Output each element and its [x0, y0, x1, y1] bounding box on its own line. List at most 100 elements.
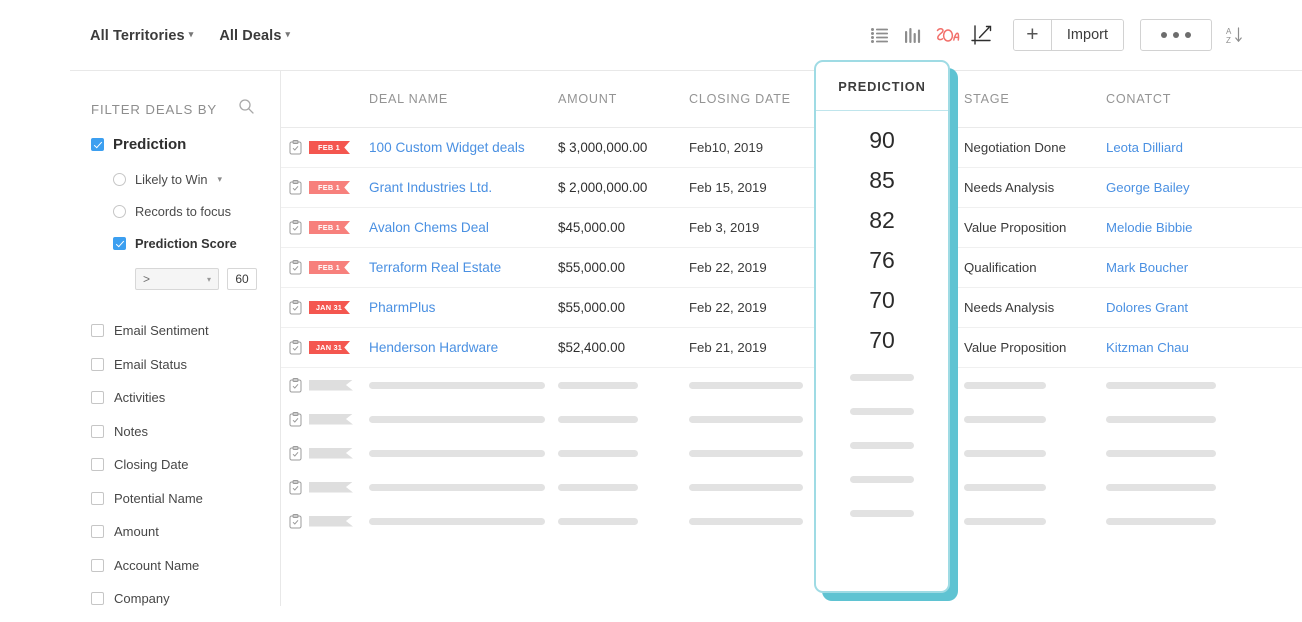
score-operator-select[interactable]: > ▾ — [135, 268, 219, 290]
crm-deals-page: All Territories ▾ All Deals ▾ + Import A… — [0, 0, 1302, 622]
sidebar-item-prediction[interactable]: Prediction — [91, 136, 280, 153]
sidebar-item-activities[interactable]: Activities — [91, 381, 280, 415]
placeholder-tag-cell — [289, 411, 369, 427]
table-row[interactable]: FEB 1 Avalon Chems Deal $45,000.00 Feb 3, 2… — [281, 208, 1302, 248]
sidebar-item-likely-to-win[interactable]: Likely to Win ▾ — [113, 172, 280, 187]
account-name-checkbox[interactable] — [91, 558, 104, 572]
email-sentiment-label: Email Sentiment — [114, 323, 209, 339]
deal-closing-date: Feb 22, 2019 — [689, 260, 767, 275]
email-sentiment-checkbox[interactable] — [91, 324, 104, 338]
placeholder-deal-name — [369, 483, 558, 491]
more-options-button[interactable] — [1140, 19, 1212, 51]
chart-view-icon[interactable] — [965, 19, 999, 51]
placeholder-prediction — [850, 441, 914, 449]
prediction-checkbox[interactable] — [91, 138, 104, 151]
deal-closing-date: Feb10, 2019 — [689, 140, 764, 155]
sidebar-item-records-to-focus[interactable]: Records to focus — [113, 204, 280, 219]
deal-name-link[interactable]: Henderson Hardware — [369, 340, 558, 355]
placeholder-deal-name — [369, 415, 558, 423]
column-header-deal-name[interactable]: DEAL NAME — [369, 92, 558, 106]
notes-label: Notes — [114, 423, 148, 439]
dot-icon — [1161, 32, 1167, 38]
placeholder-closing-date — [689, 517, 814, 525]
placeholder-closing-date — [689, 483, 814, 491]
notes-checkbox[interactable] — [91, 424, 104, 438]
table-body: FEB 1 100 Custom Widget deals $ 3,000,000.… — [281, 128, 1302, 538]
add-deal-button[interactable]: + — [1013, 20, 1052, 50]
prediction-score-checkbox[interactable] — [113, 237, 126, 250]
placeholder-tag-cell — [289, 479, 369, 495]
deal-name-link[interactable]: Grant Industries Ltd. — [369, 180, 558, 195]
column-header-stage[interactable]: STAGE — [964, 92, 1106, 106]
potential-name-checkbox[interactable] — [91, 491, 104, 505]
placeholder-badge — [309, 515, 353, 527]
deal-name-link[interactable]: PharmPlus — [369, 300, 558, 315]
company-label: Company — [114, 591, 170, 607]
placeholder-badge — [309, 447, 353, 459]
company-checkbox[interactable] — [91, 592, 104, 606]
sidebar-item-account-name[interactable]: Account Name — [91, 549, 280, 583]
clipboard-icon — [289, 300, 302, 315]
column-header-contact[interactable]: CONATCT — [1106, 92, 1256, 106]
deal-contact-link[interactable]: Kitzman Chau — [1106, 340, 1256, 355]
sidebar-item-notes[interactable]: Notes — [91, 415, 280, 449]
table-row-placeholder — [281, 402, 1302, 436]
search-icon[interactable] — [239, 99, 254, 119]
kanban-view-icon[interactable] — [897, 19, 931, 51]
column-header-amount[interactable]: AMOUNT — [558, 92, 689, 106]
score-value-input[interactable]: 60 — [227, 268, 257, 290]
clipboard-icon — [289, 180, 302, 195]
sidebar-item-email-status[interactable]: Email Status — [91, 348, 280, 382]
table-row[interactable]: JAN 31 Henderson Hardware $52,400.00 Feb 21… — [281, 328, 1302, 368]
table-row[interactable]: FEB 1 100 Custom Widget deals $ 3,000,000.… — [281, 128, 1302, 168]
prediction-row-placeholder — [816, 394, 948, 428]
placeholder-contact — [1106, 415, 1256, 423]
clipboard-icon — [289, 479, 302, 495]
deal-name-link[interactable]: 100 Custom Widget deals — [369, 140, 558, 155]
deal-stage: Qualification — [964, 260, 1037, 275]
deal-contact-link[interactable]: Mark Boucher — [1106, 260, 1256, 275]
row-tag-cell: FEB 1 — [289, 180, 369, 195]
table-row[interactable]: FEB 1 Terraform Real Estate $55,000.00 Feb … — [281, 248, 1302, 288]
deal-amount: $55,000.00 — [558, 300, 626, 315]
records-to-focus-radio[interactable] — [113, 205, 126, 218]
deal-contact-link[interactable]: Melodie Bibbie — [1106, 220, 1256, 235]
sidebar-item-amount[interactable]: Amount — [91, 515, 280, 549]
deal-name-link[interactable]: Avalon Chems Deal — [369, 220, 558, 235]
deal-name-link[interactable]: Terraform Real Estate — [369, 260, 558, 275]
table-row[interactable]: JAN 31 PharmPlus $55,000.00 Feb 22, 2019 Nee… — [281, 288, 1302, 328]
placeholder-amount — [558, 449, 689, 457]
sidebar-item-email-sentiment[interactable]: Email Sentiment — [91, 314, 280, 348]
prediction-score-value: 90 — [869, 126, 895, 153]
deal-contact-link[interactable]: George Bailey — [1106, 180, 1256, 195]
deal-stage: Needs Analysis — [964, 300, 1055, 315]
placeholder-amount — [558, 517, 689, 525]
deal-closing-date: Feb 21, 2019 — [689, 340, 767, 355]
import-button[interactable]: Import — [1051, 20, 1123, 50]
column-header-closing-date[interactable]: CLOSING DATE — [689, 92, 814, 106]
clipboard-icon — [289, 377, 302, 393]
table-row[interactable]: FEB 1 Grant Industries Ltd. $ 2,000,000.00… — [281, 168, 1302, 208]
placeholder-amount — [558, 483, 689, 491]
table-header-row: DEAL NAME AMOUNT CLOSING DATE STAGE CONA… — [281, 71, 1302, 128]
territory-filter-dropdown[interactable]: All Territories ▾ — [90, 26, 194, 44]
deal-contact-link[interactable]: Leota Dilliard — [1106, 140, 1256, 155]
amount-checkbox[interactable] — [91, 525, 104, 539]
likely-to-win-radio[interactable] — [113, 173, 126, 186]
dot-icon — [1173, 32, 1179, 38]
sidebar-item-closing-date[interactable]: Closing Date — [91, 448, 280, 482]
sidebar-item-company[interactable]: Company — [91, 582, 280, 616]
sort-az-icon[interactable]: A Z — [1226, 25, 1244, 45]
sidebar-item-prediction-score[interactable]: Prediction Score — [113, 236, 280, 251]
sidebar-item-potential-name[interactable]: Potential Name — [91, 482, 280, 516]
list-view-icon[interactable] — [863, 19, 897, 51]
closing-date-checkbox[interactable] — [91, 458, 104, 472]
zia-icon[interactable] — [931, 19, 965, 51]
svg-text:Z: Z — [1226, 36, 1231, 45]
row-tag-cell: JAN 31 — [289, 300, 369, 315]
activities-checkbox[interactable] — [91, 391, 104, 405]
email-status-checkbox[interactable] — [91, 357, 104, 371]
deal-contact-link[interactable]: Dolores Grant — [1106, 300, 1256, 315]
chevron-down-icon: ▾ — [188, 29, 194, 40]
deals-filter-dropdown[interactable]: All Deals ▾ — [219, 26, 290, 44]
